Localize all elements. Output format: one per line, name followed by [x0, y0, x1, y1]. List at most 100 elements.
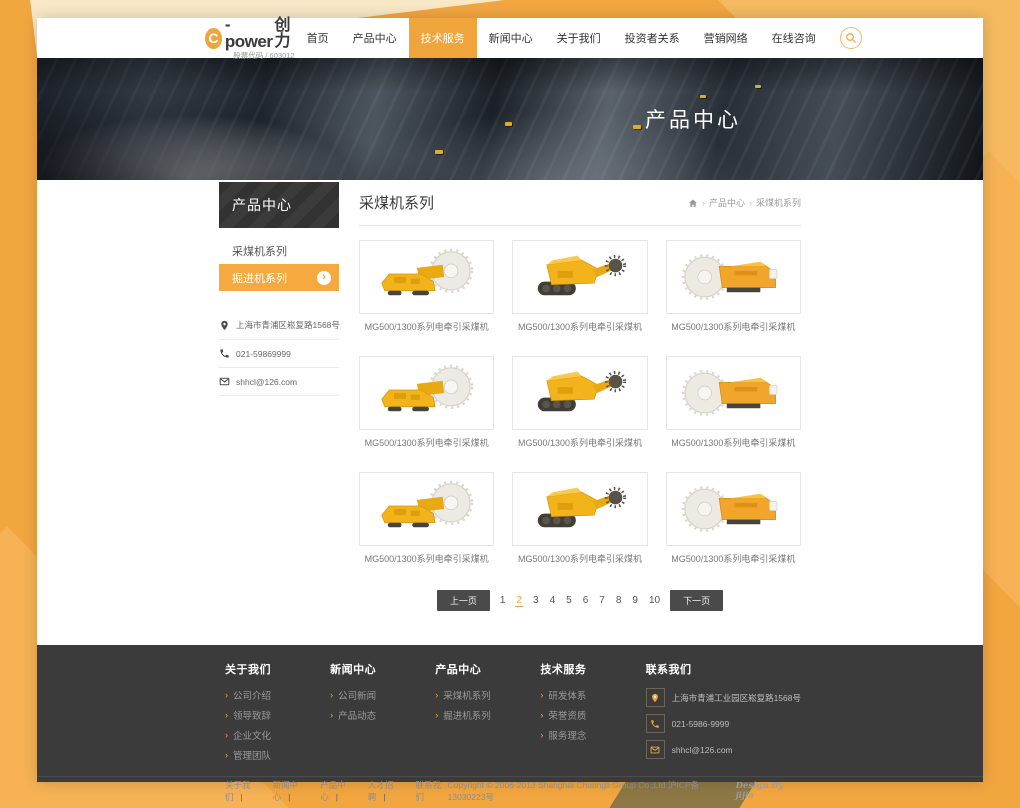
product-card[interactable]: MG500/1300系列电牵引采煤机 — [359, 356, 494, 449]
footer-email-row[interactable]: shhcl@126.com — [646, 740, 801, 759]
logo-text-cn: 创力 — [274, 18, 294, 50]
footer-address-row: 上海市青浦工业园区崧复路1568号 — [646, 688, 801, 707]
footer-link-label: 荣誉资质 — [548, 708, 586, 722]
footer-column-news: 新闻中心 › 公司新闻 › 产品动态 — [330, 661, 435, 768]
nav-item[interactable]: 营销网络 — [692, 18, 760, 58]
product-card[interactable]: MG500/1300系列电牵引采煤机 — [512, 356, 647, 449]
sidebar-menu-item[interactable]: 掘进机系列 › — [219, 264, 339, 291]
bullet-icon: › — [225, 711, 228, 720]
footer-link[interactable]: › 掘进机系列 — [435, 708, 540, 722]
page-number[interactable]: 7 — [598, 595, 606, 606]
footer-bottom-link[interactable]: 人才招聘 — [368, 779, 416, 803]
page-number[interactable]: 9 — [631, 595, 639, 606]
page-number[interactable]: 4 — [549, 595, 557, 606]
footer-link[interactable]: › 管理团队 — [225, 748, 330, 762]
nav-item[interactable]: 关于我们 — [545, 18, 613, 58]
page-number[interactable]: 5 — [565, 595, 573, 606]
footer-bottom-link[interactable]: 新闻中心 — [273, 779, 321, 803]
content-area: 产品中心 采煤机系列 › 掘进机系列 › 上海市青浦区崧复路 — [37, 180, 983, 645]
product-name: MG500/1300系列电牵引采煤机 — [512, 320, 647, 333]
page-number[interactable]: 2 — [515, 595, 523, 607]
bullet-icon: › — [225, 731, 228, 740]
footer-bottom-links: 关于我们新闻中心产品中心人才招聘联系我们 — [225, 779, 448, 803]
prev-page-button[interactable]: 上一页 — [437, 590, 490, 611]
page-number[interactable]: 6 — [582, 595, 590, 606]
sidebar-phone-row: 021-59869999 — [219, 340, 339, 368]
product-image-frame — [512, 356, 647, 430]
site-footer: 关于我们 › 公司介绍 › 领导致辞 › 企业文化 › — [37, 645, 983, 782]
logo[interactable]: C -power 创力 股票代码 / 603012 — [205, 16, 295, 60]
bullet-icon: › — [435, 691, 438, 700]
product-name: MG500/1300系列电牵引采煤机 — [512, 552, 647, 565]
footer-link[interactable]: › 荣誉资质 — [540, 708, 645, 722]
nav-item[interactable]: 产品中心 — [341, 18, 409, 58]
page-number[interactable]: 10 — [648, 595, 661, 606]
footer-phone-text: 021-5986-9999 — [672, 719, 730, 729]
footer-address-text: 上海市青浦工业园区崧复路1568号 — [672, 692, 801, 704]
footer-link[interactable]: › 采煤机系列 — [435, 688, 540, 702]
sidebar-email-row[interactable]: shhcl@126.com — [219, 368, 339, 396]
product-card[interactable]: MG500/1300系列电牵引采煤机 — [666, 356, 801, 449]
mining-machine-image — [364, 477, 489, 541]
mining-machine-image — [364, 361, 489, 425]
product-card[interactable]: MG500/1300系列电牵引采煤机 — [666, 240, 801, 333]
footer-link[interactable]: › 公司新闻 — [330, 688, 435, 702]
home-icon[interactable] — [688, 198, 698, 208]
page-number[interactable]: 8 — [615, 595, 623, 606]
bullet-icon: › — [540, 711, 543, 720]
product-card[interactable]: MG500/1300系列电牵引采煤机 — [512, 472, 647, 565]
footer-link[interactable]: › 企业文化 — [225, 728, 330, 742]
footer-link[interactable]: › 领导致辞 — [225, 708, 330, 722]
mining-machine-image — [517, 361, 642, 425]
footer-column-title: 联系我们 — [646, 661, 801, 677]
nav-item[interactable]: 投资者关系 — [613, 18, 692, 58]
hero-title: 产品中心 — [645, 104, 741, 134]
footer-link-label: 服务理念 — [548, 728, 586, 742]
site-header: C -power 创力 股票代码 / 603012 首页产品中心技术服务新闻中心… — [37, 18, 983, 58]
product-card[interactable]: MG500/1300系列电牵引采煤机 — [359, 472, 494, 565]
search-button[interactable] — [840, 27, 862, 49]
footer-bottom-link[interactable]: 产品中心 — [320, 779, 368, 803]
mining-machine-image — [671, 477, 796, 541]
address-text: 上海市青浦区崧复路1568号 — [236, 319, 340, 331]
footer-bottom-link[interactable]: 联系我们 — [415, 779, 447, 803]
stock-code: 股票代码 / 603012 — [225, 52, 295, 60]
email-icon — [219, 376, 230, 387]
product-image-frame — [359, 356, 494, 430]
product-image-frame — [666, 472, 801, 546]
product-card[interactable]: MG500/1300系列电牵引采煤机 — [359, 240, 494, 333]
product-image-frame — [359, 240, 494, 314]
footer-column-about: 关于我们 › 公司介绍 › 领导致辞 › 企业文化 › — [225, 661, 330, 768]
nav-item[interactable]: 在线咨询 — [760, 18, 828, 58]
product-card[interactable]: MG500/1300系列电牵引采煤机 — [512, 240, 647, 333]
footer-column-products: 产品中心 › 采煤机系列 › 掘进机系列 — [435, 661, 540, 768]
logo-icon: C — [205, 28, 222, 49]
product-card[interactable]: MG500/1300系列电牵引采煤机 — [666, 472, 801, 565]
nav-item[interactable]: 首页 — [295, 18, 341, 58]
sidebar: 产品中心 采煤机系列 › 掘进机系列 › 上海市青浦区崧复路 — [219, 182, 339, 639]
location-pin-icon — [219, 320, 230, 331]
nav-item[interactable]: 技术服务 — [409, 18, 477, 58]
sidebar-menu: 采煤机系列 › 掘进机系列 › — [219, 237, 339, 291]
footer-column-title: 产品中心 — [435, 661, 540, 677]
footer-link[interactable]: › 公司介绍 — [225, 688, 330, 702]
footer-link-label: 采煤机系列 — [443, 688, 491, 702]
bullet-icon: › — [225, 751, 228, 760]
footer-link[interactable]: › 产品动态 — [330, 708, 435, 722]
next-page-button[interactable]: 下一页 — [670, 590, 723, 611]
sidebar-menu-item[interactable]: 采煤机系列 › — [219, 237, 339, 264]
footer-bottom-link[interactable]: 关于我们 — [225, 779, 273, 803]
footer-link-label: 公司介绍 — [233, 688, 271, 702]
breadcrumb-item[interactable]: 产品中心 — [709, 196, 745, 209]
footer-link[interactable]: › 服务理念 — [540, 728, 645, 742]
main-nav: 首页产品中心技术服务新闻中心关于我们投资者关系营销网络在线咨询 — [295, 18, 862, 58]
bullet-icon: › — [540, 691, 543, 700]
page-number[interactable]: 3 — [532, 595, 540, 606]
footer-link[interactable]: › 研发体系 — [540, 688, 645, 702]
breadcrumb-separator: › — [702, 198, 705, 208]
nav-item[interactable]: 新闻中心 — [477, 18, 545, 58]
mining-machine-image — [671, 245, 796, 309]
footer-email-text: shhcl@126.com — [672, 745, 733, 755]
page-number[interactable]: 1 — [499, 595, 507, 606]
pagination: 上一页 123456789 10 下一页 — [359, 590, 801, 611]
